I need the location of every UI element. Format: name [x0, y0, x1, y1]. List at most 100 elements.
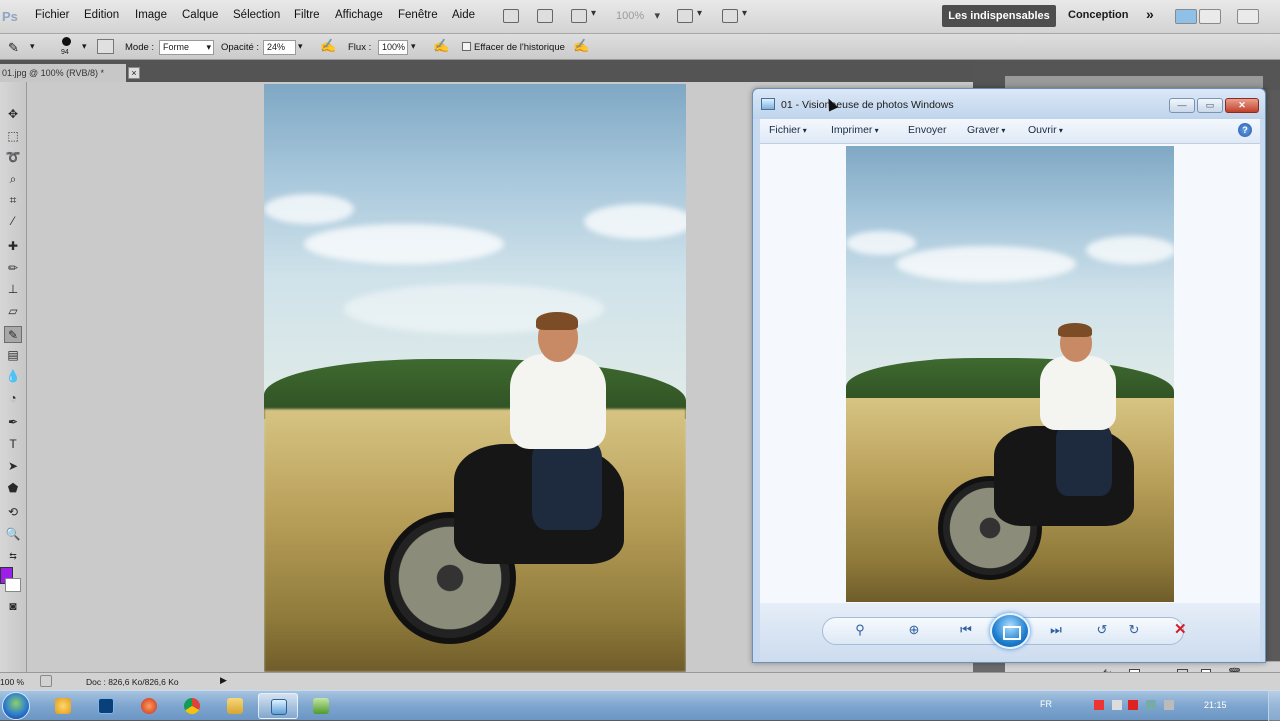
- man-jeans: [532, 440, 602, 530]
- network-icon[interactable]: [1146, 700, 1156, 710]
- zoom-tool-icon[interactable]: 🔍: [4, 526, 22, 543]
- history-brush-tool-icon[interactable]: ✎: [4, 326, 22, 343]
- arrange-documents-icon[interactable]: [677, 8, 702, 23]
- clone-stamp-tool-icon[interactable]: ⊥: [4, 281, 22, 298]
- brush-tool-icon[interactable]: ✏: [4, 260, 22, 277]
- tray-icon[interactable]: [1094, 700, 1104, 710]
- menu-aide[interactable]: Aide: [452, 9, 475, 21]
- rotate-right-icon[interactable]: ↻: [1124, 622, 1144, 638]
- zoom-level-select[interactable]: 100%: [612, 8, 662, 25]
- taskbar-app[interactable]: [129, 693, 169, 719]
- quick-mask-icon[interactable]: ◙: [4, 598, 22, 615]
- window-restore-icon[interactable]: [1199, 9, 1221, 24]
- mini-bridge-icon[interactable]: [537, 9, 553, 23]
- menu-affichage[interactable]: Affichage: [335, 9, 383, 21]
- dodge-tool-icon[interactable]: ◔: [4, 390, 22, 407]
- lasso-tool-icon[interactable]: ➰: [4, 149, 22, 166]
- path-selection-tool-icon[interactable]: ➤: [4, 458, 22, 475]
- erase-history-checkbox[interactable]: [462, 42, 471, 51]
- airbrush-icon[interactable]: ✍: [433, 38, 449, 54]
- move-tool-icon[interactable]: ✥: [4, 106, 22, 123]
- viewer-menu-graver[interactable]: Graver: [967, 124, 1005, 136]
- close-button[interactable]: ✕: [1225, 98, 1259, 113]
- swap-colors-icon[interactable]: ⇆: [4, 548, 22, 565]
- actual-size-icon[interactable]: ⊕: [904, 622, 924, 638]
- brush-panel-icon[interactable]: [97, 39, 114, 54]
- panel-tabs[interactable]: [1005, 76, 1263, 88]
- next-icon[interactable]: ⏭: [1046, 622, 1066, 638]
- tool-preset-chevron-icon[interactable]: ▾: [30, 41, 35, 52]
- bridge-icon[interactable]: [503, 9, 519, 23]
- cloud: [304, 224, 504, 264]
- workspace-more-button[interactable]: »: [1146, 6, 1154, 22]
- blur-tool-icon[interactable]: 💧: [4, 368, 22, 385]
- opacity-input[interactable]: 24%: [263, 40, 296, 55]
- taskbar-app[interactable]: [172, 693, 212, 719]
- healing-brush-tool-icon[interactable]: ✚: [4, 238, 22, 255]
- status-info-icon[interactable]: [40, 675, 52, 687]
- clock[interactable]: 21:15: [1204, 700, 1227, 710]
- volume-icon[interactable]: [1164, 700, 1174, 710]
- eyedropper-tool-icon[interactable]: ⁄: [4, 213, 22, 230]
- eraser-tool-icon[interactable]: ▱: [4, 303, 22, 320]
- start-button[interactable]: [2, 692, 30, 720]
- viewer-menu-fichier[interactable]: Fichier: [769, 124, 807, 136]
- menu-filtre[interactable]: Filtre: [294, 9, 320, 21]
- menu-calque[interactable]: Calque: [182, 9, 218, 21]
- 3d-rotate-tool-icon[interactable]: ⟲: [4, 504, 22, 521]
- language-indicator[interactable]: FR: [1040, 699, 1052, 709]
- tray-icon[interactable]: [1112, 700, 1122, 710]
- tray-icon[interactable]: [1128, 700, 1138, 710]
- taskbar-app[interactable]: [86, 693, 126, 719]
- close-tab-icon[interactable]: ×: [128, 67, 140, 79]
- window-close-icon[interactable]: [1237, 9, 1259, 24]
- viewer-menu-envoyer[interactable]: Envoyer: [908, 124, 947, 136]
- quick-select-tool-icon[interactable]: ⌕: [4, 171, 22, 188]
- taskbar-app-photo-viewer[interactable]: [258, 693, 298, 719]
- menu-fenetre[interactable]: Fenêtre: [398, 9, 438, 21]
- type-tool-icon[interactable]: T: [4, 436, 22, 453]
- previous-icon[interactable]: ⏮: [956, 622, 976, 638]
- menu-image[interactable]: Image: [135, 9, 167, 21]
- workspace-essentials-button[interactable]: Les indispensables: [942, 5, 1056, 27]
- status-zoom[interactable]: 100 %: [0, 677, 24, 687]
- rotate-left-icon[interactable]: ↺: [1092, 622, 1112, 638]
- help-icon[interactable]: ?: [1238, 123, 1252, 137]
- menu-fichier[interactable]: Fichier: [35, 9, 70, 21]
- show-desktop-button[interactable]: [1268, 691, 1280, 721]
- delete-icon[interactable]: ✕: [1174, 620, 1187, 638]
- size-pressure-icon[interactable]: ✍: [573, 38, 589, 54]
- mode-select[interactable]: Forme: [159, 40, 214, 55]
- taskbar-app[interactable]: [215, 693, 255, 719]
- cs-live-icon[interactable]: [1175, 9, 1197, 24]
- brush-tip-icon[interactable]: [62, 37, 71, 46]
- marquee-tool-icon[interactable]: ⬚: [4, 128, 22, 145]
- shape-tool-icon[interactable]: ⬟: [4, 480, 22, 497]
- pen-tool-icon[interactable]: ✒: [4, 414, 22, 431]
- viewer-menu-imprimer[interactable]: Imprimer: [831, 124, 879, 136]
- flow-slider-chevron-icon[interactable]: ▾: [411, 41, 416, 52]
- viewer-menu-ouvrir[interactable]: Ouvrir: [1028, 124, 1063, 136]
- history-brush-tool-icon[interactable]: ✎: [8, 40, 19, 56]
- slideshow-button[interactable]: [990, 613, 1030, 649]
- screen-mode-icon[interactable]: [722, 8, 747, 23]
- menu-selection[interactable]: Sélection: [233, 9, 280, 21]
- document-canvas[interactable]: [264, 84, 686, 672]
- status-menu-arrow-icon[interactable]: ▶: [220, 675, 227, 686]
- menu-edition[interactable]: Edition: [84, 9, 119, 21]
- opacity-slider-chevron-icon[interactable]: ▾: [298, 41, 303, 52]
- background-color-swatch[interactable]: [5, 578, 21, 592]
- taskbar-app[interactable]: [43, 693, 83, 719]
- flow-input[interactable]: 100%: [378, 40, 408, 55]
- document-tab[interactable]: 01.jpg @ 100% (RVB/8) *: [0, 64, 126, 82]
- zoom-icon[interactable]: ⚲: [850, 622, 870, 638]
- maximize-button[interactable]: ▭: [1197, 98, 1223, 113]
- opacity-pressure-icon[interactable]: ✍: [320, 38, 336, 54]
- minimize-button[interactable]: —: [1169, 98, 1195, 113]
- workspace-design-button[interactable]: Conception: [1068, 9, 1129, 21]
- gradient-tool-icon[interactable]: ▤: [4, 347, 22, 364]
- view-extras-icon[interactable]: [571, 8, 596, 23]
- crop-tool-icon[interactable]: ⌗: [4, 192, 22, 209]
- brush-preset-chevron-icon[interactable]: ▾: [82, 41, 87, 52]
- taskbar-app[interactable]: [301, 693, 341, 719]
